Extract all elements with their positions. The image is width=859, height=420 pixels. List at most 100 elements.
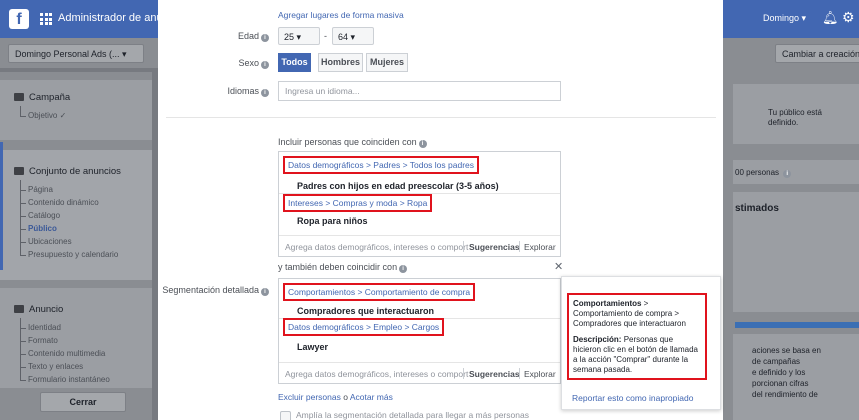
include-header: Incluir personas que coinciden con i xyxy=(278,137,427,148)
suggestions-button[interactable]: Sugerencias xyxy=(469,369,520,379)
sidebar-item-identidad[interactable]: Identidad xyxy=(28,323,61,332)
tree-tick xyxy=(20,255,26,256)
sex-label: Sexo i xyxy=(198,58,269,69)
include-item-kids-clothing[interactable]: Ropa para niños xyxy=(297,216,368,226)
explore-button[interactable]: Explorar xyxy=(524,242,556,252)
tree-tick xyxy=(20,341,26,342)
sex-option-men[interactable]: Hombres xyxy=(318,53,363,72)
tooltip-title-suffix: > xyxy=(641,299,649,308)
apps-grid-icon[interactable] xyxy=(40,13,52,25)
suggestions-button[interactable]: Sugerencias xyxy=(469,242,520,252)
sidebar-item-contenido-multimedia[interactable]: Contenido multimedia xyxy=(28,349,105,358)
exclude-people-link[interactable]: Excluir personas xyxy=(278,392,341,402)
tooltip-desc-label: Descripción: xyxy=(573,335,622,344)
tooltip-path: Comportamiento de compra > Compradores q… xyxy=(573,309,686,328)
bell-icon[interactable]: 🔔︎ xyxy=(822,10,839,26)
narrow-item-lawyer[interactable]: Lawyer xyxy=(297,342,328,352)
audience-defined-text: Tu público está xyxy=(768,108,822,117)
info-icon[interactable]: i xyxy=(261,89,269,97)
close-icon[interactable]: ✕ xyxy=(554,260,563,273)
sidebar-item-texto-enlaces[interactable]: Texto y enlaces xyxy=(28,362,83,371)
audience-editor-modal: Agregar lugares de forma masiva Edad i 25… xyxy=(158,0,723,420)
info-text-line: de campañas xyxy=(752,357,801,366)
info-icon[interactable]: i xyxy=(261,61,269,69)
sex-option-women[interactable]: Mujeres xyxy=(366,53,408,72)
left-sidebar: Campaña Objetivo ✓ Conjunto de anuncios … xyxy=(0,72,152,420)
info-text-line: del rendimiento de xyxy=(752,390,818,399)
grid-icon xyxy=(14,167,24,175)
tree-tick xyxy=(20,242,26,243)
narrow-item-engaged-shoppers[interactable]: Compradores que interactuaron xyxy=(297,306,434,316)
sex-option-all[interactable]: Todos xyxy=(278,53,311,72)
include-search-row: Agrega datos demográficos, intereses o c… xyxy=(279,235,560,256)
tree-tick xyxy=(20,354,26,355)
sidebar-item-pagina[interactable]: Página xyxy=(28,185,53,194)
facebook-logo[interactable]: f xyxy=(9,9,29,29)
tree-tick xyxy=(20,216,26,217)
narrow-crumb-job-titles: Datos demográficos > Empleo > Cargos xyxy=(283,318,445,336)
people-count: 00 personas i xyxy=(735,168,792,178)
include-search-input[interactable]: Agrega datos demográficos, intereses o c… xyxy=(285,242,468,252)
expand-targeting-checkbox[interactable] xyxy=(280,411,291,420)
language-input[interactable]: Ingresa un idioma... xyxy=(278,81,561,101)
tree-tick xyxy=(20,116,26,117)
campaign-heading[interactable]: Campaña xyxy=(14,92,70,103)
report-link[interactable]: Reportar esto como inapropiado xyxy=(572,393,693,403)
info-text-line: porcionan cifras xyxy=(752,379,809,388)
separator xyxy=(463,241,464,252)
estimate-bar xyxy=(735,322,859,328)
account-select[interactable]: Domingo Personal Ads (... ▾ xyxy=(8,44,144,63)
user-menu[interactable]: Domingo ▾ xyxy=(763,13,806,24)
bulk-locations-link[interactable]: Agregar lugares de forma masiva xyxy=(278,10,404,20)
ad-section[interactable] xyxy=(0,288,152,388)
include-item-preschool-parents[interactable]: Padres con hijos en edad preescolar (3-5… xyxy=(297,181,499,191)
sidebar-item-catalogo[interactable]: Catálogo xyxy=(28,211,60,220)
age-min-select[interactable]: 25 ▾ xyxy=(278,27,320,45)
narrow-header: y también deben coincidir con i xyxy=(278,262,408,273)
info-icon[interactable]: i xyxy=(418,140,427,148)
sidebar-item-publico[interactable]: Público xyxy=(28,224,57,233)
narrow-search-row: Agrega datos demográficos, intereses o c… xyxy=(279,362,560,383)
sidebar-item-contenido-dinamico[interactable]: Contenido dinámico xyxy=(28,198,99,207)
sidebar-item-ubicaciones[interactable]: Ubicaciones xyxy=(28,237,72,246)
sidebar-item-presupuesto[interactable]: Presupuesto y calendario xyxy=(28,250,118,259)
include-crumb-clothing: Intereses > Compras y moda > Ropa xyxy=(283,194,433,212)
active-section-indicator xyxy=(0,142,3,270)
definition-tooltip: Comportamientos > Comportamiento de comp… xyxy=(561,276,721,410)
sidebar-item-formato[interactable]: Formato xyxy=(28,336,58,345)
or-text: o xyxy=(343,392,348,402)
audience-defined-text-2: definido. xyxy=(768,118,799,127)
tree-tick xyxy=(20,367,26,368)
tooltip-title: Comportamientos xyxy=(573,299,642,308)
age-label: Edad i xyxy=(198,31,269,42)
gear-icon[interactable]: ⚙ xyxy=(842,9,855,26)
app-title[interactable]: Administrador de anunc xyxy=(58,12,174,24)
age-dash: - xyxy=(324,31,327,41)
info-icon[interactable]: i xyxy=(783,170,792,178)
narrow-further-link[interactable]: Acotar más xyxy=(350,392,393,402)
section-divider xyxy=(166,117,716,118)
tree-tick xyxy=(20,203,26,204)
info-text-line: aciones se basa en xyxy=(752,346,821,355)
close-button[interactable]: Cerrar xyxy=(40,392,126,412)
ad-heading[interactable]: Anuncio xyxy=(14,304,63,315)
explore-button[interactable]: Explorar xyxy=(524,369,556,379)
detailed-targeting-label: Segmentación detallada i xyxy=(160,285,269,296)
include-crumb-parents: Datos demográficos > Padres > Todos los … xyxy=(283,156,480,174)
narrow-crumb-behaviors: Comportamientos > Comportamiento de comp… xyxy=(283,283,476,301)
campaign-section[interactable] xyxy=(0,80,152,140)
tree-line xyxy=(20,180,21,256)
info-icon[interactable]: i xyxy=(399,265,408,273)
age-max-select[interactable]: 64 ▾ xyxy=(332,27,374,45)
info-icon[interactable]: i xyxy=(261,34,269,42)
tooltip-content: Comportamientos > Comportamiento de comp… xyxy=(567,293,707,380)
sidebar-item-formulario[interactable]: Formulario instantáneo xyxy=(28,375,110,384)
adset-heading[interactable]: Conjunto de anuncios xyxy=(14,166,121,177)
sidebar-item-objetivo[interactable]: Objetivo ✓ xyxy=(28,111,66,120)
tree-line xyxy=(20,106,21,116)
separator xyxy=(463,368,464,379)
narrow-search-input[interactable]: Agrega datos demográficos, intereses o c… xyxy=(285,369,468,379)
info-icon[interactable]: i xyxy=(261,288,269,296)
narrow-box: Comportamientos > Comportamiento de comp… xyxy=(278,278,561,384)
switch-creation-button[interactable]: Cambiar a creación xyxy=(775,44,859,63)
